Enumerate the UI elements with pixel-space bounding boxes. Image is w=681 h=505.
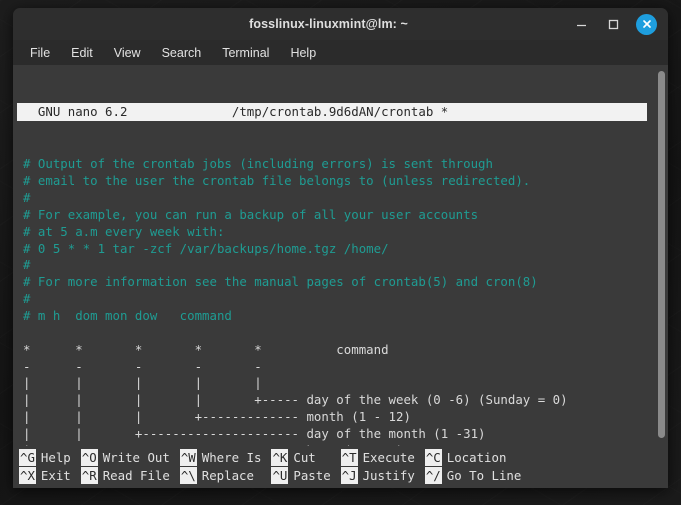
shortcut-go-to-line[interactable]: ^/ Go To Line <box>424 467 522 484</box>
shortcut-label: Write Out <box>102 450 170 465</box>
nano-line: # <box>23 257 31 273</box>
shortcut-column: ^C Location ^/ Go To Line <box>424 449 522 484</box>
shortcut-column: ^T Execute ^J Justify <box>340 449 415 484</box>
shortcut-paste[interactable]: ^U Paste <box>271 467 331 484</box>
nano-shortcut-bar: ^G Help ^X Exit ^O Write Out ^R Read File ^W Wher… <box>13 446 668 488</box>
terminal-area[interactable]: GNU nano 6.2 /tmp/crontab.9d6dAN/crontab… <box>13 65 668 446</box>
shortcut-cut[interactable]: ^K Cut <box>271 449 330 466</box>
menubar: File Edit View Search Terminal Help <box>13 40 668 65</box>
nano-line: # at 5 a.m every week with: <box>23 223 225 239</box>
minimize-icon[interactable] <box>572 15 590 33</box>
shortcut-label: Location <box>446 450 507 465</box>
vertical-scrollbar[interactable] <box>655 65 668 446</box>
shortcut-key: ^T <box>340 449 358 466</box>
shortcut-label: Where Is <box>201 450 262 465</box>
nano-line: # For example, you can run a backup of a… <box>23 206 479 222</box>
menu-item-terminal[interactable]: Terminal <box>222 46 269 60</box>
nano-line: | | | | | <box>23 375 262 391</box>
nano-line: # Output of the crontab jobs (including … <box>23 156 493 172</box>
shortcut-key: ^K <box>271 449 289 466</box>
nano-line: # 0 5 * * 1 tar -zcf /var/backups/home.t… <box>23 240 389 256</box>
nano-line: # email to the user the crontab file bel… <box>23 173 531 189</box>
shortcut-justify[interactable]: ^J Justify <box>340 467 415 484</box>
nano-line: - - - - - <box>23 358 262 374</box>
shortcut-key: ^X <box>19 467 36 484</box>
shortcut-key: ^U <box>271 467 289 484</box>
shortcut-exit[interactable]: ^X Exit <box>19 467 71 484</box>
shortcut-key: ^C <box>424 449 442 466</box>
close-icon[interactable] <box>636 13 657 35</box>
shortcut-label: Execute <box>362 450 415 465</box>
window-controls <box>572 13 668 35</box>
shortcut-help[interactable]: ^G Help <box>19 449 71 466</box>
nano-line <box>23 325 651 342</box>
shortcut-label: Cut <box>293 450 316 465</box>
shortcut-key: ^/ <box>424 467 442 484</box>
nano-line: * * * * * command <box>23 341 389 357</box>
menu-item-search[interactable]: Search <box>162 46 202 60</box>
menu-item-file[interactable]: File <box>30 46 50 60</box>
shortcut-label: Replace <box>201 468 254 483</box>
shortcut-key: ^R <box>80 467 98 484</box>
maximize-icon[interactable] <box>604 15 622 33</box>
shortcut-where-is[interactable]: ^W Where Is <box>179 449 262 466</box>
shortcut-location[interactable]: ^C Location <box>424 449 522 466</box>
nano-line: # <box>23 291 31 307</box>
nano-title-bar: GNU nano 6.2 /tmp/crontab.9d6dAN/crontab… <box>17 102 647 121</box>
menu-item-view[interactable]: View <box>114 46 141 60</box>
nano-line: | | +--------------------- day of the mo… <box>23 425 486 441</box>
shortcut-key: ^O <box>80 449 98 466</box>
window-title: fosslinux-linuxmint@lm: ~ <box>249 17 408 31</box>
terminal-window: fosslinux-linuxmint@lm: ~ File Edit View… <box>13 8 668 488</box>
shortcut-execute[interactable]: ^T Execute <box>340 449 415 466</box>
nano-text-buffer[interactable]: # Output of the crontab jobs (including … <box>13 156 655 446</box>
shortcut-key: ^\ <box>179 467 197 484</box>
shortcut-key: ^J <box>340 467 358 484</box>
shortcut-column: ^K Cut ^U Paste <box>271 449 331 484</box>
shortcut-replace[interactable]: ^\ Replace <box>179 467 262 484</box>
scrollbar-thumb[interactable] <box>658 71 665 438</box>
nano-editor[interactable]: GNU nano 6.2 /tmp/crontab.9d6dAN/crontab… <box>13 65 655 446</box>
shortcut-label: Paste <box>293 468 331 483</box>
nano-line: # <box>23 190 31 206</box>
menu-item-edit[interactable]: Edit <box>71 46 93 60</box>
shortcut-label: Help <box>40 450 71 465</box>
nano-line: # For more information see the manual pa… <box>23 274 538 290</box>
nano-line: | +----------------------------- hour (0… <box>23 443 651 446</box>
shortcut-column: ^O Write Out ^R Read File <box>80 449 170 484</box>
nano-line: | | | | +----- day of the week (0 -6) (S… <box>23 392 568 408</box>
shortcut-read-file[interactable]: ^R Read File <box>80 467 170 484</box>
shortcut-write-out[interactable]: ^O Write Out <box>80 449 170 466</box>
menu-item-help[interactable]: Help <box>290 46 316 60</box>
shortcut-key: ^G <box>19 449 36 466</box>
shortcut-label: Justify <box>362 468 415 483</box>
shortcut-label: Read File <box>102 468 170 483</box>
nano-line: | | | +------------- month (1 - 12) <box>23 409 411 425</box>
nano-line: # m h dom mon dow command <box>23 307 232 323</box>
shortcut-label: Exit <box>40 468 71 483</box>
shortcut-column: ^G Help ^X Exit <box>19 449 71 484</box>
window-titlebar[interactable]: fosslinux-linuxmint@lm: ~ <box>13 8 668 40</box>
shortcut-label: Go To Line <box>446 468 522 483</box>
shortcut-key: ^W <box>179 449 197 466</box>
shortcut-column: ^W Where Is ^\ Replace <box>179 449 262 484</box>
